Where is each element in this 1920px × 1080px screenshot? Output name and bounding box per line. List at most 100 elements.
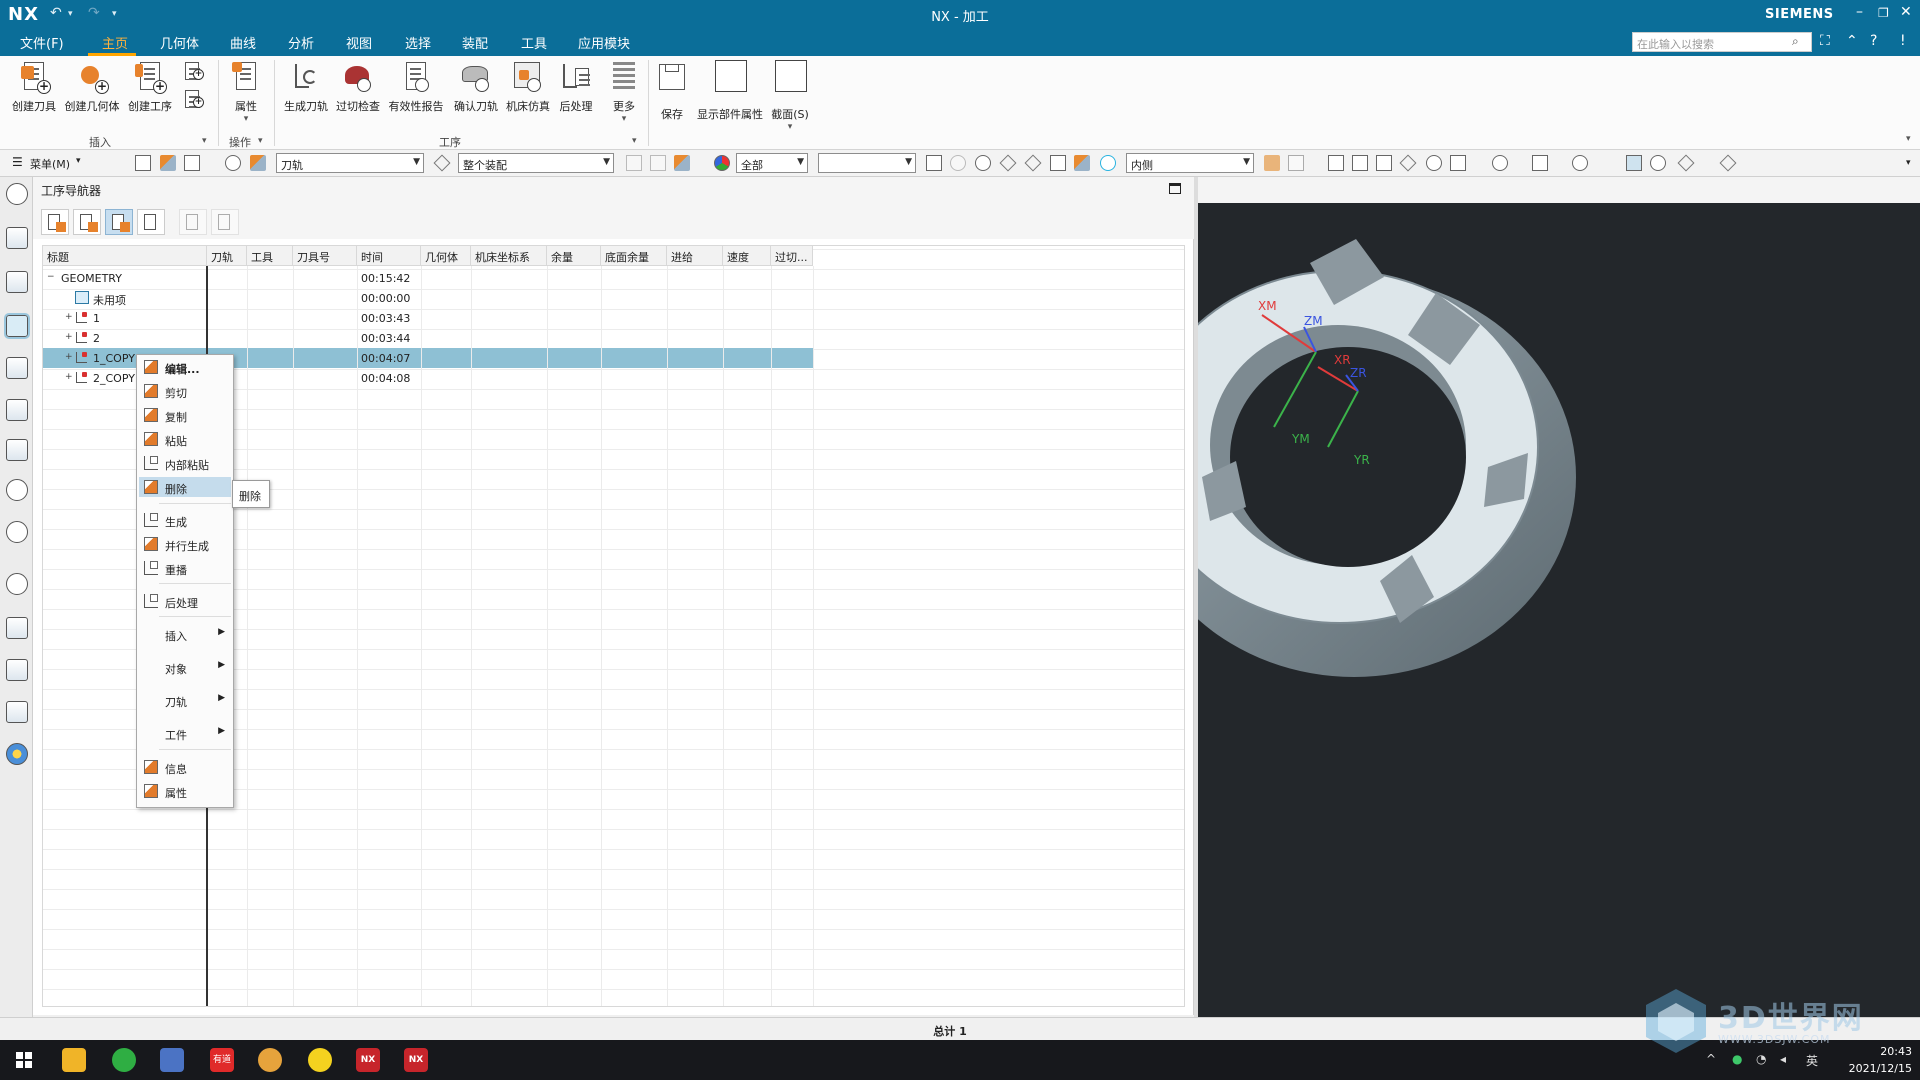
close-icon[interactable]: ✕	[1900, 4, 1912, 20]
menu-item-object[interactable]: 对象 ▶	[139, 657, 231, 677]
menu-view[interactable]: 视图	[346, 33, 372, 52]
expand-icon[interactable]: +	[65, 333, 73, 342]
machine-tool-view-icon[interactable]	[73, 209, 101, 235]
menu-home[interactable]: 主页	[102, 33, 128, 52]
settings-gear-icon[interactable]	[6, 183, 28, 205]
expand-icon[interactable]: +	[65, 373, 73, 382]
select-icon-3[interactable]	[184, 155, 200, 171]
menu-geometry[interactable]: 几何体	[160, 33, 199, 52]
fullscreen-icon[interactable]: ⛶	[1820, 33, 1830, 49]
nx-taskbar-icon-2[interactable]: NX	[404, 1048, 428, 1072]
small-tools-stack[interactable]: + +	[180, 60, 208, 112]
view-icon-13[interactable]	[1677, 154, 1695, 172]
menu-application[interactable]: 应用模块	[578, 33, 630, 52]
snap-icon-8[interactable]	[1100, 155, 1116, 171]
filter-icon[interactable]	[433, 154, 451, 172]
group-operate-more-icon[interactable]: ▾	[258, 136, 263, 146]
program-order-view-icon[interactable]	[41, 209, 69, 235]
view-icon-12[interactable]	[1650, 155, 1666, 171]
operation-navigator-icon[interactable]	[4, 313, 30, 339]
column-header-toolpath[interactable]: 刀轨	[207, 246, 247, 266]
expand-icon[interactable]: +	[65, 353, 73, 362]
menu-item-copy[interactable]: 复制	[139, 405, 231, 425]
menu-item-generate[interactable]: 生成	[139, 510, 231, 530]
more-button[interactable]: 更多 ▾	[604, 60, 644, 124]
validity-report-button[interactable]: 有效性报告	[386, 60, 446, 114]
select-icon-5[interactable]	[250, 155, 266, 171]
menu-item-edit[interactable]: 编辑...	[139, 357, 231, 377]
paint-icon[interactable]	[258, 1048, 282, 1072]
view-icon-3[interactable]	[1328, 155, 1344, 171]
web-browser-icon[interactable]	[6, 521, 28, 543]
geometry-view-icon[interactable]	[105, 209, 133, 235]
menu-button[interactable]: 菜单(M)	[30, 156, 70, 172]
column-header-mcs[interactable]: 机床坐标系	[471, 246, 547, 266]
app-icon[interactable]	[308, 1048, 332, 1072]
add-column-icon[interactable]	[179, 209, 207, 235]
menu-item-toolpath[interactable]: 刀轨 ▶	[139, 690, 231, 710]
column-header-gouge[interactable]: 过切...	[771, 246, 813, 266]
menu-analysis[interactable]: 分析	[288, 33, 314, 52]
snap-icon-4[interactable]	[999, 154, 1017, 172]
snap-icon-7[interactable]	[1074, 155, 1090, 171]
menu-item-paste[interactable]: 粘贴	[139, 429, 231, 449]
assembly-filter-dropdown[interactable]: 整个装配 ▼	[458, 153, 614, 173]
view-icon-11[interactable]	[1572, 155, 1588, 171]
measure-icon[interactable]	[1719, 154, 1737, 172]
view-icon-8[interactable]	[1450, 155, 1466, 171]
menu-item-paste-inside[interactable]: 内部粘贴	[139, 453, 231, 473]
select-icon-7[interactable]	[650, 155, 666, 171]
graphics-viewport[interactable]: XM ZM XR ZR YM YR	[1132, 177, 1920, 1017]
gouge-check-button[interactable]: 过切检查	[334, 60, 382, 114]
select-icon-8[interactable]	[674, 155, 690, 171]
browser-icon[interactable]	[112, 1048, 136, 1072]
select-icon-2[interactable]	[160, 155, 176, 171]
menu-item-delete[interactable]: 删除	[139, 477, 231, 497]
create-operation-button[interactable]: + 创建工序	[126, 60, 174, 114]
search-icon[interactable]: ⌕	[1792, 34, 1799, 49]
hd3d-tools-icon[interactable]	[6, 479, 28, 501]
group-operation-more-icon[interactable]: ▾	[632, 136, 637, 146]
menu-file[interactable]: 文件(F)	[20, 33, 64, 52]
view-icon-6[interactable]	[1399, 154, 1417, 172]
save-button[interactable]: 保存	[654, 60, 690, 122]
menu-hamburger-icon[interactable]: ☰	[12, 155, 23, 169]
assembly-navigator-icon[interactable]	[6, 227, 28, 249]
machining-method-view-icon[interactable]	[137, 209, 165, 235]
nx-taskbar-icon[interactable]: NX	[356, 1048, 380, 1072]
menu-item-workpiece[interactable]: 工件 ▶	[139, 723, 231, 743]
help-icon[interactable]: ?	[1870, 33, 1877, 49]
part-navigator-icon[interactable]	[6, 271, 28, 293]
column-header-time[interactable]: 时间	[357, 246, 421, 266]
menu-item-properties[interactable]: 属性	[139, 781, 231, 801]
file-explorer-icon[interactable]	[62, 1048, 86, 1072]
roles-icon[interactable]	[6, 743, 28, 765]
create-tool-button[interactable]: + 创建刀具	[10, 60, 58, 114]
snap-icon-5[interactable]	[1024, 154, 1042, 172]
create-geometry-button[interactable]: + 创建几何体	[62, 60, 122, 114]
table-row[interactable]: + 2 00:03:44	[43, 328, 1023, 348]
restore-icon[interactable]: ❐	[1878, 6, 1889, 20]
command-search-input[interactable]: 在此输入以搜索	[1632, 32, 1812, 52]
properties-dropdown-icon[interactable]: ▾	[226, 114, 266, 124]
view-icon-1[interactable]	[1264, 155, 1280, 171]
process-studio-icon[interactable]	[6, 617, 28, 639]
start-icon[interactable]	[16, 1052, 32, 1068]
column-header-title[interactable]: 标题	[43, 246, 207, 266]
machine-simulation-button[interactable]: 机床仿真	[504, 60, 552, 114]
remove-column-icon[interactable]	[211, 209, 239, 235]
view-icon-2[interactable]	[1288, 155, 1304, 171]
menu-item-cut[interactable]: 剪切	[139, 381, 231, 401]
select-icon-6[interactable]	[626, 155, 642, 171]
verify-toolpath-button[interactable]: 确认刀轨	[452, 60, 500, 114]
snap-icon-2[interactable]	[950, 155, 966, 171]
menu-select[interactable]: 选择	[405, 33, 431, 52]
expand-icon[interactable]: +	[65, 313, 73, 322]
minimize-icon[interactable]: –	[1856, 4, 1863, 20]
ribbon-options-icon[interactable]: ▾	[1906, 134, 1911, 144]
collapse-ribbon-icon[interactable]: ⌃	[1846, 33, 1858, 49]
generate-toolpath-button[interactable]: 生成刀轨	[282, 60, 330, 114]
view-icon-10[interactable]	[1532, 155, 1548, 171]
column-header-feed[interactable]: 进给	[667, 246, 723, 266]
history-icon[interactable]	[6, 573, 28, 595]
